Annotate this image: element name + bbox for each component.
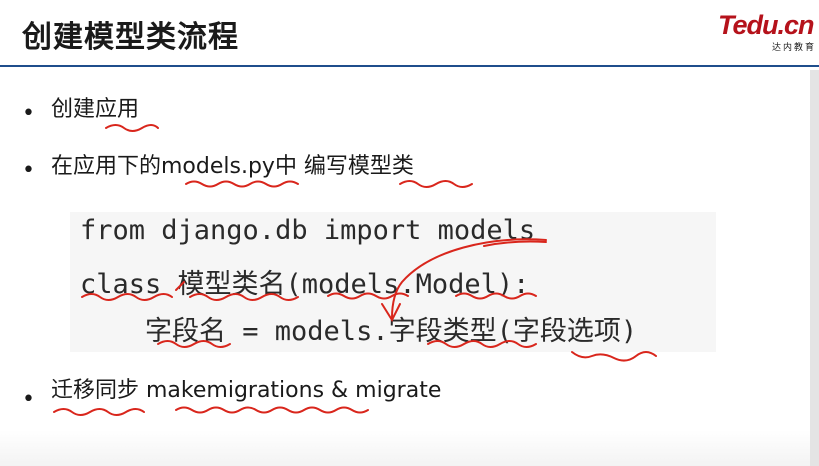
bullet-migrate: 迁移同步 makemigrations & migrate	[51, 378, 442, 403]
slide-title: 创建模型类流程	[22, 20, 239, 55]
squiggle-underline	[399, 180, 473, 188]
header-divider	[0, 65, 819, 67]
logo-subtitle: 达内教育	[772, 43, 817, 53]
squiggle-underline	[185, 180, 299, 188]
code-line-import: from django.db import models	[80, 215, 536, 246]
tedu-logo: Tedu.cn 达内教育	[718, 10, 819, 54]
squiggle-underline	[53, 408, 145, 416]
bullet-dot: •	[22, 101, 35, 126]
slide-header: 创建模型类流程 Tedu.cn 达内教育	[0, 0, 819, 67]
scrollbar[interactable]	[810, 70, 819, 466]
bullet-write-model: 在应用下的models.py中 编写模型类	[51, 154, 414, 179]
bullet-dot: •	[22, 158, 35, 183]
bullet-create-app: 创建应用	[51, 97, 140, 122]
bottom-shade	[0, 430, 819, 466]
code-line-field: 字段名 = models.字段类型(字段选项)	[80, 316, 638, 347]
squiggle-underline	[571, 351, 657, 362]
squiggle-underline	[175, 406, 369, 414]
code-line-class: class 模型类名(models.Model):	[80, 269, 530, 300]
logo-wordmark: Tedu.cn	[718, 10, 815, 40]
bullet-dot: •	[22, 387, 35, 412]
squiggle-underline	[105, 124, 159, 132]
